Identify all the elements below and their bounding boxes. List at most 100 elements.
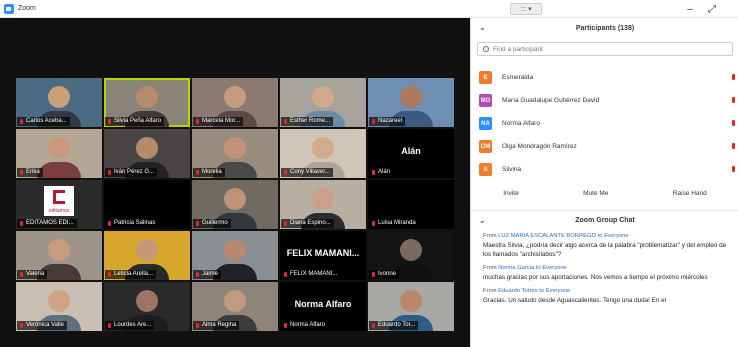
participant-name: Morelia: [202, 169, 222, 175]
recipient: to Everyone: [537, 288, 571, 294]
participant-head: [136, 137, 158, 159]
video-gallery: Carlos Aceba... Silvia Peña Alfaro Marcela…: [0, 18, 470, 347]
minimize-button[interactable]: –: [682, 2, 698, 16]
participant-row[interactable]: S Silvina: [471, 158, 738, 181]
video-tile[interactable]: editamos EDITAMOS EDI...: [16, 180, 102, 229]
recipient: to Everyone: [534, 265, 567, 271]
video-tile[interactable]: Carlos Aceba...: [16, 78, 102, 127]
participant-name-label: Verónica Valle: [17, 321, 67, 330]
participant-name-label: Leticia Arella...: [105, 270, 157, 279]
collapse-chevron-icon[interactable]: ⌄: [479, 23, 486, 32]
muted-mic-icon: [20, 272, 23, 277]
search-icon: [483, 46, 489, 52]
muted-mic-icon: [372, 272, 375, 277]
participant-row[interactable]: MG María Guadalupe Gutiérrez David: [471, 89, 738, 112]
muted-mic-icon: [20, 221, 23, 226]
participant-name-label: Silvia Peña Alfaro: [105, 117, 165, 126]
video-tile[interactable]: Alma Regina: [192, 282, 278, 331]
video-tile[interactable]: Leticia Arella...: [104, 231, 190, 280]
participant-name: Guillermo: [202, 220, 228, 226]
video-tile[interactable]: Guillermo: [192, 180, 278, 229]
sender-name[interactable]: LUZ MARIA ESCALANTE BORREGO: [498, 233, 596, 239]
participant-name-label: Valeria: [17, 270, 48, 279]
participant-name: Leticia Arella...: [114, 271, 154, 277]
participant-name: Verónica Valle: [26, 322, 64, 328]
video-tile[interactable]: Esther Rome...: [280, 78, 366, 127]
muted-mic-icon: [372, 323, 375, 328]
view-switch-button[interactable]: ::: ▾: [510, 3, 542, 15]
video-tile[interactable]: Nazareel: [368, 78, 454, 127]
muted-mic-icon: [372, 221, 375, 226]
video-tile[interactable]: Luisa Miranda: [368, 180, 454, 229]
participant-row[interactable]: NA Norma Alfaro: [471, 112, 738, 135]
video-tile[interactable]: Alán Alán: [368, 129, 454, 178]
video-tile[interactable]: Patricia Salinas: [104, 180, 190, 229]
participant-name: Olga Mondragón Ramírez: [502, 143, 577, 150]
participant-name: Patricia Salinas: [114, 220, 156, 226]
participant-head: [224, 290, 246, 312]
participant-name: Ivonne: [378, 271, 397, 277]
invite-button[interactable]: Invite: [497, 188, 525, 199]
restore-button[interactable]: ⤢: [704, 2, 720, 16]
participant-name: Alán: [378, 169, 391, 175]
muted-mic-icon: [108, 323, 111, 328]
logo-mark-icon: [53, 190, 65, 204]
muted-mic-icon: [196, 221, 199, 226]
sender-name[interactable]: Norma Garcia: [498, 265, 534, 271]
participant-name-label: FELIX MAMANI...: [281, 270, 341, 279]
video-tile[interactable]: Cony Villaver...: [280, 129, 366, 178]
title-bar: Zoom ::: ▾ – ⤢: [0, 0, 738, 18]
participant-row[interactable]: E Esmeralda: [471, 66, 738, 89]
participant-name: Silvia Peña Alfaro: [114, 118, 162, 124]
participant-name: María Guadalupe Gutiérrez David: [502, 97, 600, 104]
video-tile[interactable]: Morelia: [192, 129, 278, 178]
mute-me-button[interactable]: Mute Me: [577, 188, 614, 199]
participant-name: Esmeralda: [502, 74, 534, 81]
participant-name: Marcela Mor...: [202, 118, 241, 124]
video-tile[interactable]: Verónica Valle: [16, 282, 102, 331]
video-tile[interactable]: Valeria: [16, 231, 102, 280]
muted-mic-icon: [284, 323, 287, 328]
participant-name-label: Cony Villaver...: [281, 168, 333, 177]
editamos-logo: editamos: [44, 186, 74, 216]
video-tile[interactable]: Erika: [16, 129, 102, 178]
muted-mic-icon: [284, 221, 287, 226]
muted-mic-icon: [732, 74, 735, 80]
sender-name[interactable]: Eduardo Torres: [498, 288, 538, 294]
participant-name-label: Alma Regina: [193, 321, 240, 330]
video-tile[interactable]: Diana Espino...: [280, 180, 366, 229]
video-tile[interactable]: Eduardo Tor...: [368, 282, 454, 331]
participant-name-label: Esther Rome...: [281, 117, 334, 126]
muted-mic-icon: [732, 143, 735, 149]
participant-name-label: Ivonne: [369, 270, 400, 279]
participant-name: Silvina: [502, 166, 522, 173]
participant-name-label: Lourdes Are...: [105, 321, 155, 330]
chat-message: From Eduardo Torres to Everyone Gracias. …: [483, 287, 733, 305]
participant-search-input[interactable]: Find a participant: [477, 42, 733, 56]
video-tile[interactable]: Marcela Mor...: [192, 78, 278, 127]
search-placeholder: Find a participant: [493, 45, 543, 53]
avatar: MG: [479, 94, 492, 107]
video-tile[interactable]: Silvia Peña Alfaro: [104, 78, 190, 127]
video-tile[interactable]: FELIX MAMANI... FELIX MAMANI...: [280, 231, 366, 280]
participant-head: [224, 86, 246, 108]
participant-head: [400, 86, 422, 108]
participant-name-label: Nazareel: [369, 117, 406, 126]
video-tile[interactable]: Lourdes Are...: [104, 282, 190, 331]
participant-name: Lourdes Are...: [114, 322, 152, 328]
participant-head: [136, 239, 158, 261]
video-tile[interactable]: Jaime: [192, 231, 278, 280]
raise-hand-button[interactable]: Raise Hand: [667, 188, 713, 199]
video-tile[interactable]: Norma Alfaro Norma Alfaro: [280, 282, 366, 331]
video-tile[interactable]: Ivonne: [368, 231, 454, 280]
muted-mic-icon: [196, 272, 199, 277]
participant-name-label: Jaime: [193, 270, 222, 279]
collapse-chevron-icon[interactable]: ⌄: [479, 216, 486, 225]
participant-head: [312, 86, 334, 108]
muted-mic-icon: [108, 119, 111, 124]
video-tile[interactable]: Iván Pérez G...: [104, 129, 190, 178]
participant-row[interactable]: OM Olga Mondragón Ramírez: [471, 135, 738, 158]
chat-message-sender-line: From LUZ MARIA ESCALANTE BORREGO to Ever…: [483, 232, 733, 241]
chat-message-text: muchas gracias por sus aportaciones. Nos…: [483, 274, 708, 281]
participant-head: [400, 239, 422, 261]
